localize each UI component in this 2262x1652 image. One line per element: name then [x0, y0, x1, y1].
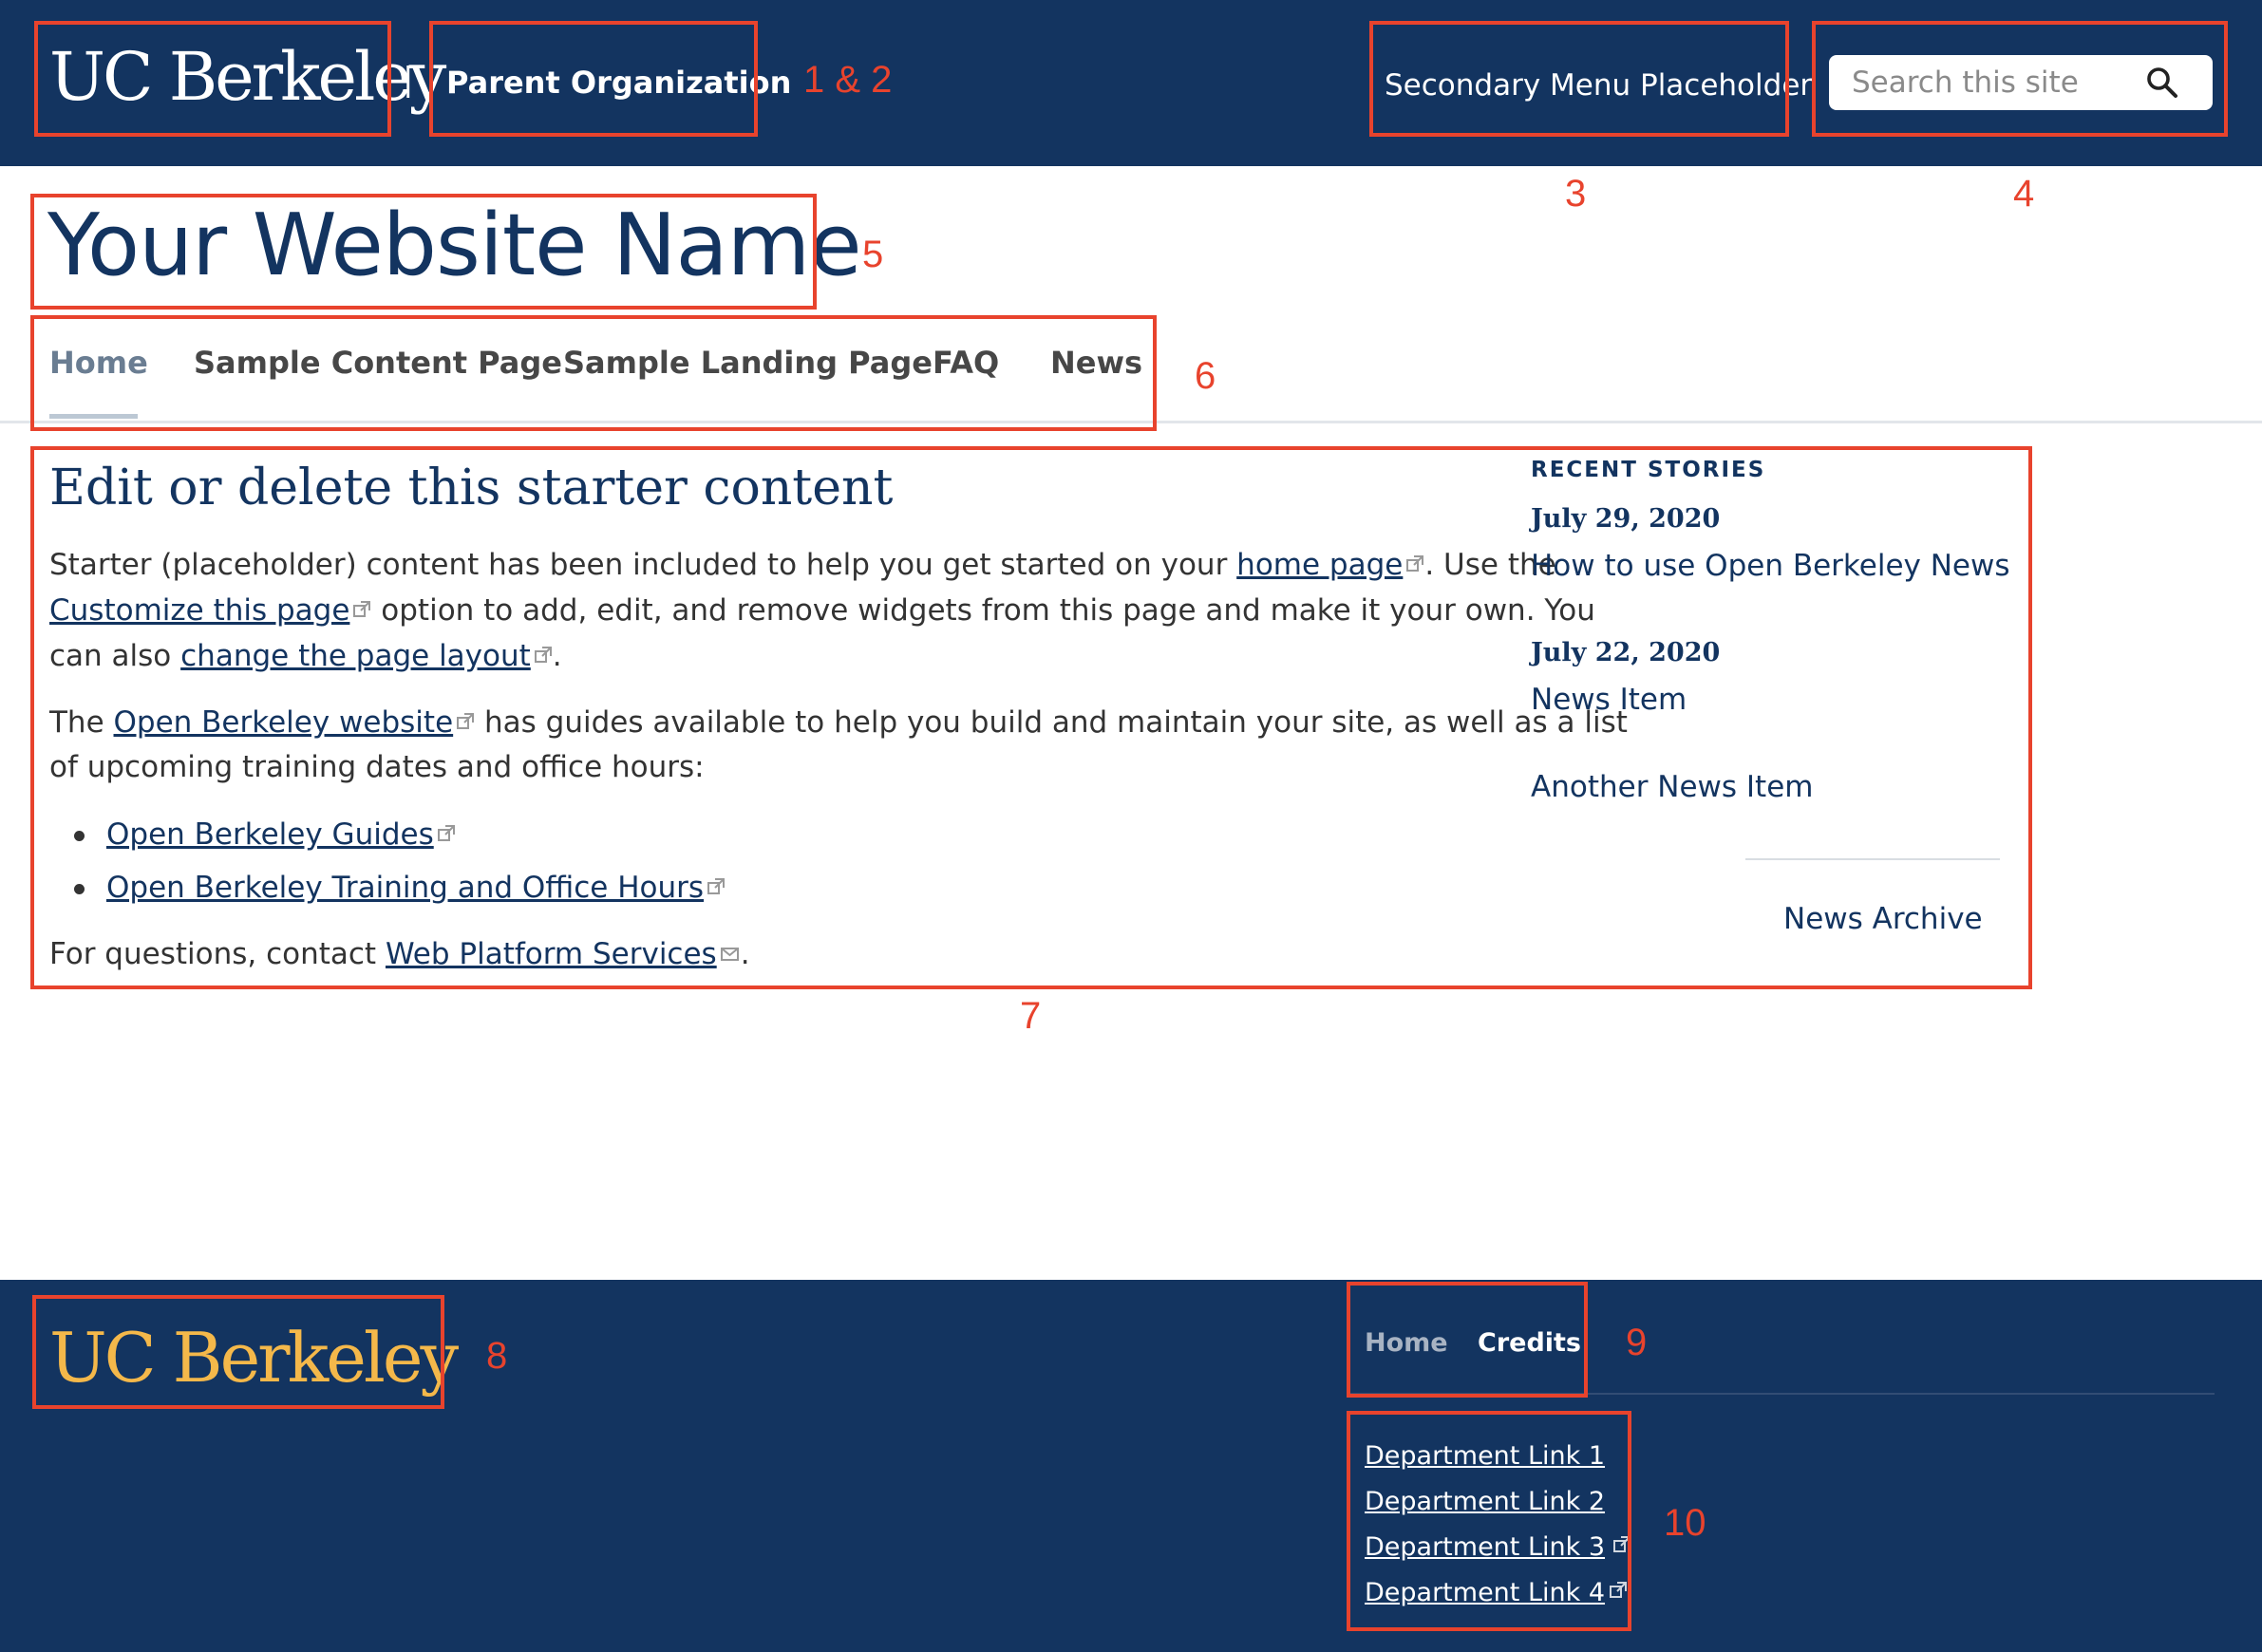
secondary-menu[interactable]: Secondary Menu Placeholder — [1385, 68, 1812, 103]
guides-text: has guides available to help you build a… — [475, 705, 1628, 740]
guides-paragraph-line-2: of upcoming training dates and office ho… — [49, 750, 705, 784]
list-bullet — [74, 884, 85, 894]
guides-text: The — [49, 705, 114, 740]
annotation-label-3: 3 — [1565, 173, 1587, 215]
search-icon[interactable] — [2146, 66, 2178, 103]
external-link-icon — [1609, 1581, 1628, 1604]
web-platform-services-link[interactable]: Web Platform Services — [386, 937, 717, 971]
sidebar-divider — [1745, 858, 2000, 860]
open-berkeley-training-link[interactable]: Open Berkeley Training and Office Hours — [106, 871, 704, 905]
nav-active-indicator — [49, 414, 138, 419]
contact-text: For questions, contact — [49, 937, 386, 971]
story-link[interactable]: How to use Open Berkeley News — [1531, 549, 2010, 583]
annotation-label-1-2: 1 & 2 — [803, 59, 893, 101]
story-date: July 22, 2020 — [1531, 638, 1721, 667]
intro-paragraph-line-3: can also change the page layout. — [49, 632, 562, 679]
footer-nav-home[interactable]: Home — [1365, 1328, 1448, 1358]
footer-uc-berkeley-logo[interactable]: UC Berkeley — [49, 1323, 459, 1392]
intro-text: . — [552, 639, 562, 673]
department-link-4-row: Department Link 4 — [1365, 1578, 1628, 1607]
external-link-icon — [437, 811, 456, 856]
intro-text: option to add, edit, and remove widgets … — [371, 593, 1595, 628]
nav-item-news[interactable]: News — [1050, 345, 1142, 381]
story-date: July 29, 2020 — [1531, 504, 1721, 534]
annotation-label-8: 8 — [486, 1335, 508, 1377]
nav-item-sample-landing-page[interactable]: Sample Landing Page — [563, 345, 933, 381]
intro-paragraph-line-2: Customize this page option to add, edit,… — [49, 587, 1595, 633]
story-link[interactable]: Another News Item — [1531, 770, 1813, 804]
intro-text: Starter (placeholder) content has been i… — [49, 548, 1237, 582]
header-divider: | — [403, 61, 414, 99]
annotation-label-9: 9 — [1626, 1322, 1648, 1363]
department-link-3[interactable]: Department Link 3 — [1365, 1532, 1605, 1562]
department-link-4[interactable]: Department Link 4 — [1365, 1578, 1605, 1607]
home-page-link[interactable]: home page — [1236, 548, 1403, 582]
uc-berkeley-logo[interactable]: UC Berkeley — [49, 44, 446, 110]
recent-stories-title: RECENT STORIES — [1531, 458, 1766, 482]
nav-item-faq[interactable]: FAQ — [933, 345, 999, 381]
footer-nav-credits[interactable]: Credits — [1478, 1328, 1581, 1358]
change-page-layout-link[interactable]: change the page layout — [180, 639, 531, 673]
external-link-icon — [707, 864, 726, 910]
department-link-2[interactable]: Department Link 2 — [1365, 1487, 1605, 1516]
nav-item-home[interactable]: Home — [49, 345, 148, 381]
external-link-icon — [1405, 541, 1424, 587]
content-heading: Edit or delete this starter content — [49, 460, 894, 516]
annotation-label-4: 4 — [2013, 173, 2035, 215]
annotation-label-6: 6 — [1195, 355, 1216, 397]
contact-paragraph: For questions, contact Web Platform Serv… — [49, 930, 750, 977]
external-link-icon — [456, 699, 475, 744]
story-link[interactable]: News Item — [1531, 683, 1687, 717]
open-berkeley-guides-link[interactable]: Open Berkeley Guides — [106, 817, 434, 852]
parent-organization-link[interactable]: Parent Organization — [446, 65, 791, 101]
list-item-training: Open Berkeley Training and Office Hours — [106, 864, 726, 910]
contact-text: . — [740, 937, 750, 971]
guides-paragraph-line-1: The Open Berkeley website has guides ava… — [49, 699, 1628, 745]
nav-item-sample-content-page[interactable]: Sample Content Page — [194, 345, 562, 381]
annotation-label-7: 7 — [1020, 995, 1042, 1037]
annotation-label-10: 10 — [1664, 1502, 1706, 1544]
search-box — [1829, 55, 2213, 110]
intro-text: can also — [49, 639, 181, 673]
annotation-label-5: 5 — [862, 234, 884, 275]
external-link-icon — [534, 632, 553, 678]
open-berkeley-website-link[interactable]: Open Berkeley website — [114, 705, 454, 740]
nav-divider — [0, 421, 2262, 423]
intro-paragraph-line-1: Starter (placeholder) content has been i… — [49, 541, 1556, 588]
site-name[interactable]: Your Website Name — [47, 203, 862, 289]
news-archive-link[interactable]: News Archive — [1783, 902, 1983, 936]
external-link-icon — [1612, 1535, 1631, 1558]
mail-icon — [720, 930, 741, 976]
department-link-1[interactable]: Department Link 1 — [1365, 1441, 1605, 1471]
department-link-3-row: Department Link 3 — [1365, 1532, 1631, 1562]
customize-this-page-link[interactable]: Customize this page — [49, 593, 349, 628]
external-link-icon — [352, 587, 371, 632]
list-item-guides: Open Berkeley Guides — [106, 811, 456, 857]
list-bullet — [74, 831, 85, 841]
footer-divider — [1348, 1393, 2215, 1395]
